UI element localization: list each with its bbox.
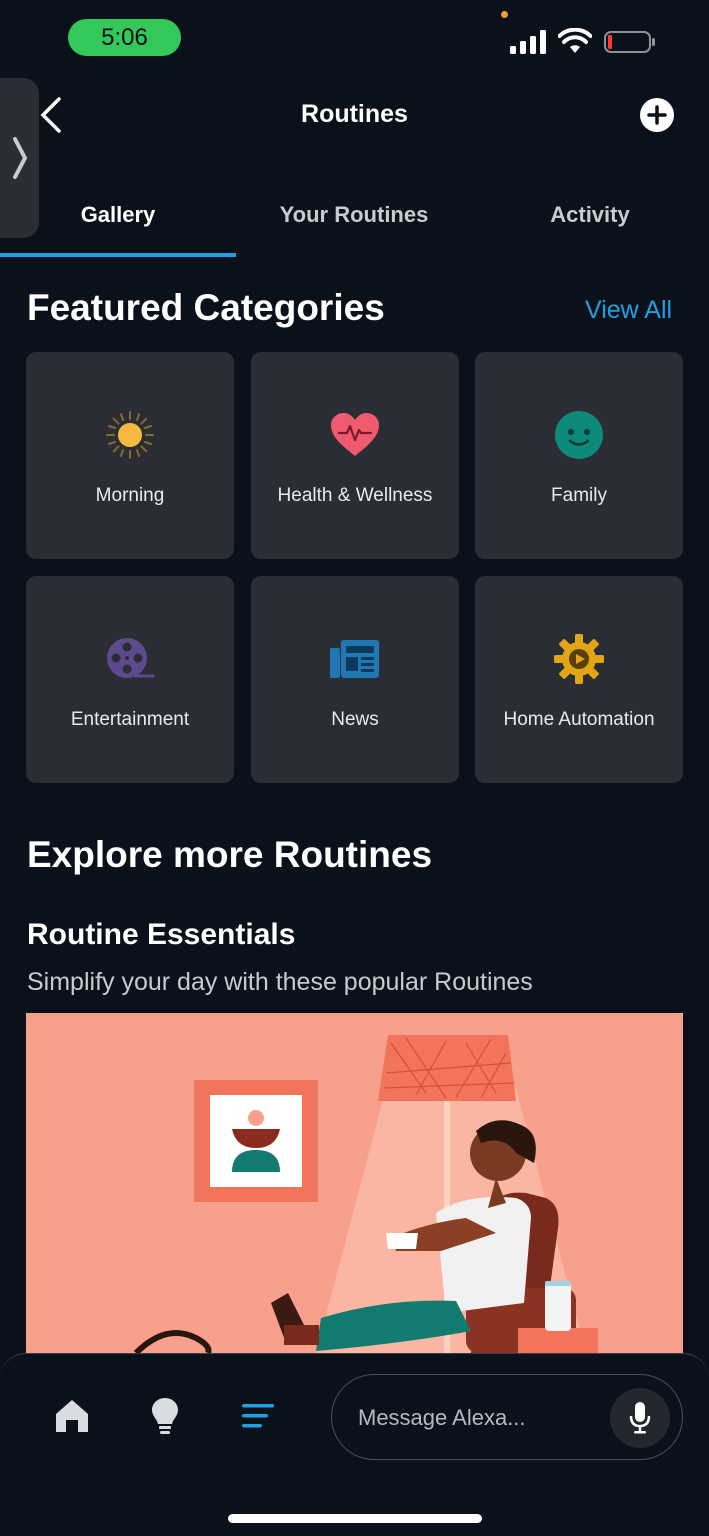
explore-title: Explore more Routines [27, 834, 433, 875]
category-label: News [331, 709, 379, 730]
newspaper-icon [330, 634, 380, 684]
microphone-button[interactable] [610, 1388, 670, 1448]
featured-categories-title: Featured Categories [27, 287, 385, 328]
lightbulb-icon[interactable] [145, 1396, 185, 1436]
gear-play-icon [554, 634, 604, 684]
category-tile-news[interactable]: News [251, 576, 459, 783]
cellular-signal-icon [510, 30, 546, 54]
category-label: Family [551, 485, 607, 506]
add-routine-button[interactable] [640, 98, 674, 132]
tab-your-routines[interactable]: Your Routines [236, 180, 472, 256]
routines-list-icon[interactable] [238, 1396, 278, 1436]
category-label: Morning [95, 485, 165, 506]
routine-essentials-illustration[interactable] [26, 1013, 683, 1353]
category-tile-health-wellness[interactable]: Health & Wellness [251, 352, 459, 559]
category-label: Home Automation [503, 709, 655, 730]
microphone-icon [629, 1402, 651, 1434]
message-alexa-input[interactable]: Message Alexa... [331, 1374, 683, 1460]
film-reel-icon [105, 634, 155, 684]
category-tile-entertainment[interactable]: Entertainment [26, 576, 234, 783]
smiley-icon [554, 410, 604, 460]
message-placeholder: Message Alexa... [358, 1405, 526, 1430]
category-label: Health & Wellness [277, 485, 433, 506]
plus-icon [647, 105, 667, 125]
category-tile-home-automation[interactable]: Home Automation [475, 576, 683, 783]
category-label: Entertainment [70, 709, 190, 730]
tab-bar: Gallery Your Routines Activity [0, 180, 709, 258]
home-indicator [228, 1514, 482, 1523]
page-title: Routines [301, 100, 408, 128]
header: Routines [0, 80, 709, 150]
routine-essentials-title: Routine Essentials [27, 918, 296, 951]
home-icon[interactable] [52, 1396, 92, 1436]
routine-essentials-subtitle: Simplify your day with these popular Rou… [27, 968, 533, 996]
tab-activity[interactable]: Activity [472, 180, 708, 256]
heart-pulse-icon [330, 410, 380, 460]
battery-low-icon [604, 31, 655, 53]
status-bar: 5:06 [0, 0, 709, 80]
wifi-icon [558, 28, 592, 53]
active-tab-indicator [0, 253, 236, 257]
category-tile-family[interactable]: Family [475, 352, 683, 559]
status-time: 5:06 [68, 19, 181, 56]
privacy-indicator-dot [501, 11, 508, 18]
category-tile-morning[interactable]: Morning [26, 352, 234, 559]
tab-gallery[interactable]: Gallery [0, 180, 236, 256]
bottom-navigation: Message Alexa... [0, 1353, 709, 1536]
sun-icon [105, 410, 155, 460]
view-all-link[interactable]: View All [585, 296, 672, 325]
